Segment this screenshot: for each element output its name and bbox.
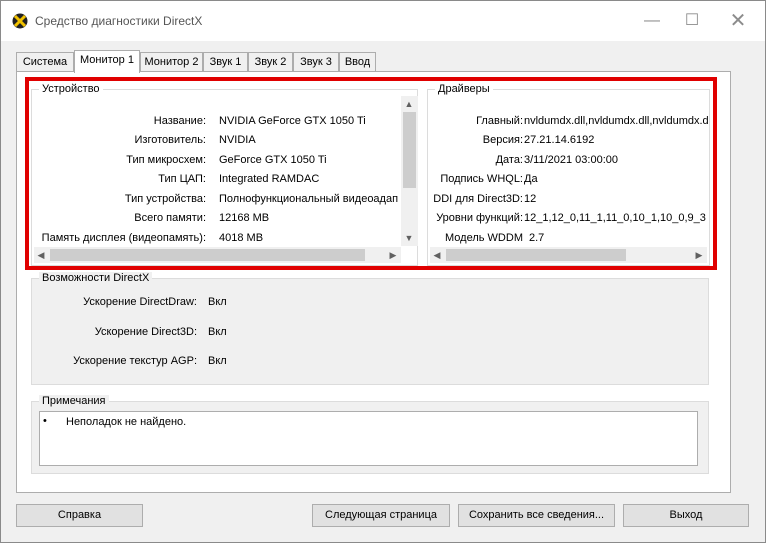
device-row-chip-type: Тип микросхем: GeForce GTX 1050 Ti bbox=[32, 154, 402, 169]
scroll-thumb[interactable] bbox=[50, 249, 365, 261]
feature-row-direct3d: Ускорение Direct3D: Вкл bbox=[32, 326, 332, 341]
device-horizontal-scrollbar[interactable]: ◀ ▶ bbox=[34, 247, 401, 263]
driver-row-label: Уровни функций: bbox=[436, 212, 523, 224]
tab-sound-3[interactable]: Звук 3 bbox=[293, 52, 339, 72]
feature-row-value: Вкл bbox=[208, 355, 227, 367]
tab-monitor-1[interactable]: Монитор 1 bbox=[74, 50, 140, 73]
scroll-right-arrow-icon[interactable]: ▶ bbox=[692, 247, 706, 263]
scroll-thumb[interactable] bbox=[403, 112, 416, 188]
device-row-label: Изготовитель: bbox=[134, 134, 207, 146]
tab-sound-1[interactable]: Звук 1 bbox=[203, 52, 248, 72]
directx-app-icon bbox=[12, 13, 28, 29]
save-all-info-button[interactable]: Сохранить все сведения... bbox=[458, 504, 615, 527]
driver-row-value: 3/11/2021 03:00:00 bbox=[524, 154, 618, 166]
notes-textbox[interactable]: • Неполадок не найдено. bbox=[39, 411, 698, 466]
driver-row-value: nvldumdx.dll,nvldumdx.dll,nvldumdx.d bbox=[524, 115, 709, 127]
scroll-right-arrow-icon[interactable]: ▶ bbox=[386, 247, 400, 263]
driver-row-ddi: DDI для Direct3D: 12 bbox=[428, 193, 710, 208]
device-row-total-memory: Всего памяти: 12168 MB bbox=[32, 212, 402, 227]
device-row-value: GeForce GTX 1050 Ti bbox=[219, 154, 327, 166]
tab-monitor-2[interactable]: Монитор 2 bbox=[140, 52, 203, 72]
device-group-title: Устройство bbox=[39, 83, 103, 95]
next-page-button[interactable]: Следующая страница bbox=[312, 504, 450, 527]
tab-sound-2[interactable]: Звук 2 bbox=[248, 52, 293, 72]
feature-row-directdraw: Ускорение DirectDraw: Вкл bbox=[32, 296, 332, 311]
window-title: Средство диагностики DirectX bbox=[35, 14, 203, 28]
drivers-horizontal-scrollbar[interactable]: ◀ ▶ bbox=[430, 247, 707, 263]
drivers-group-title: Драйверы bbox=[435, 83, 493, 95]
device-row-display-memory: Память дисплея (видеопамять): 4018 MB bbox=[32, 232, 402, 247]
driver-row-value: 27.21.14.6192 bbox=[524, 134, 595, 146]
driver-row-value: 12 bbox=[524, 193, 537, 205]
driver-row-label: Дата: bbox=[495, 154, 523, 166]
device-row-value: 4018 MB bbox=[219, 232, 264, 244]
driver-row-label: Подпись WHQL: bbox=[440, 173, 523, 185]
device-row-value: NVIDIA GeForce GTX 1050 Ti bbox=[219, 115, 366, 127]
feature-row-agp: Ускорение текстур AGP: Вкл bbox=[32, 355, 332, 370]
device-row-label: Всего памяти: bbox=[134, 212, 206, 224]
device-row-label: Тип устройства: bbox=[124, 193, 206, 205]
device-row-value: Integrated RAMDAC bbox=[219, 173, 320, 185]
scroll-up-arrow-icon[interactable]: ▲ bbox=[402, 96, 416, 112]
feature-row-value: Вкл bbox=[208, 326, 227, 338]
driver-row-value: 12_1,12_0,11_1,11_0,10_1,10_0,9_3 bbox=[524, 212, 706, 224]
tab-system[interactable]: Система bbox=[16, 52, 74, 72]
driver-row-value: Да bbox=[524, 173, 538, 185]
feature-row-label: Ускорение Direct3D: bbox=[94, 326, 197, 338]
device-row-device-type: Тип устройства: Полнофункциональный виде… bbox=[32, 193, 402, 208]
features-group-title: Возможности DirectX bbox=[39, 272, 153, 284]
title-bar[interactable]: Средство диагностики DirectX — ☐ ✕ bbox=[1, 1, 765, 41]
driver-row-wddm: Модель WDDM 2.7 bbox=[428, 232, 710, 247]
minimize-button[interactable]: — bbox=[637, 7, 667, 35]
close-button[interactable]: ✕ bbox=[723, 7, 753, 35]
driver-row-feature-levels: Уровни функций: 12_1,12_0,11_1,11_0,10_1… bbox=[428, 212, 710, 227]
driver-row-whql: Подпись WHQL: Да bbox=[428, 173, 710, 188]
directx-features-group: Возможности DirectX Ускорение DirectDraw… bbox=[31, 272, 709, 385]
drivers-group: Драйверы Главный: nvldumdx.dll,nvldumdx.… bbox=[427, 83, 710, 266]
device-row-value: NVIDIA bbox=[219, 134, 256, 146]
maximize-button[interactable]: ☐ bbox=[677, 7, 707, 35]
device-row-label: Тип микросхем: bbox=[126, 154, 206, 166]
bullet-icon: • bbox=[43, 415, 47, 427]
driver-row-main: Главный: nvldumdx.dll,nvldumdx.dll,nvldu… bbox=[428, 115, 710, 130]
driver-row-version: Версия: 27.21.14.6192 bbox=[428, 134, 710, 149]
driver-row-label: Версия: bbox=[482, 134, 523, 146]
tab-input[interactable]: Ввод bbox=[339, 52, 376, 72]
feature-row-label: Ускорение DirectDraw: bbox=[83, 296, 197, 308]
notes-group-title: Примечания bbox=[39, 395, 109, 407]
driver-row-label: Модель WDDM bbox=[445, 232, 523, 244]
exit-button[interactable]: Выход bbox=[623, 504, 749, 527]
scroll-left-arrow-icon[interactable]: ◀ bbox=[430, 247, 444, 263]
scroll-left-arrow-icon[interactable]: ◀ bbox=[34, 247, 48, 263]
feature-row-label: Ускорение текстур AGP: bbox=[73, 355, 197, 367]
device-row-value: Полнофункциональный видеоадап bbox=[219, 193, 399, 205]
driver-row-value: 2.7 bbox=[529, 232, 545, 244]
driver-row-date: Дата: 3/11/2021 03:00:00 bbox=[428, 154, 710, 169]
device-row-dac-type: Тип ЦАП: Integrated RAMDAC bbox=[32, 173, 402, 188]
driver-row-label: Главный: bbox=[476, 115, 523, 127]
device-row-label: Память дисплея (видеопамять): bbox=[41, 232, 206, 244]
feature-row-value: Вкл bbox=[208, 296, 227, 308]
help-button[interactable]: Справка bbox=[16, 504, 143, 527]
device-group: Устройство Название: NVIDIA GeForce GTX … bbox=[31, 83, 418, 266]
device-row-label: Тип ЦАП: bbox=[158, 173, 206, 185]
driver-row-label: DDI для Direct3D: bbox=[433, 193, 523, 205]
device-row-value: 12168 MB bbox=[219, 212, 270, 224]
device-row-name: Название: NVIDIA GeForce GTX 1050 Ti bbox=[32, 115, 402, 130]
device-vertical-scrollbar[interactable]: ▲ ▼ bbox=[401, 96, 418, 246]
scroll-down-arrow-icon[interactable]: ▼ bbox=[402, 230, 416, 246]
device-row-label: Название: bbox=[153, 115, 206, 127]
device-row-manufacturer: Изготовитель: NVIDIA bbox=[32, 134, 402, 149]
scroll-thumb[interactable] bbox=[446, 249, 626, 261]
dxdiag-window: Средство диагностики DirectX — ☐ ✕ Систе… bbox=[0, 0, 766, 543]
note-text: Неполадок не найдено. bbox=[66, 416, 187, 428]
